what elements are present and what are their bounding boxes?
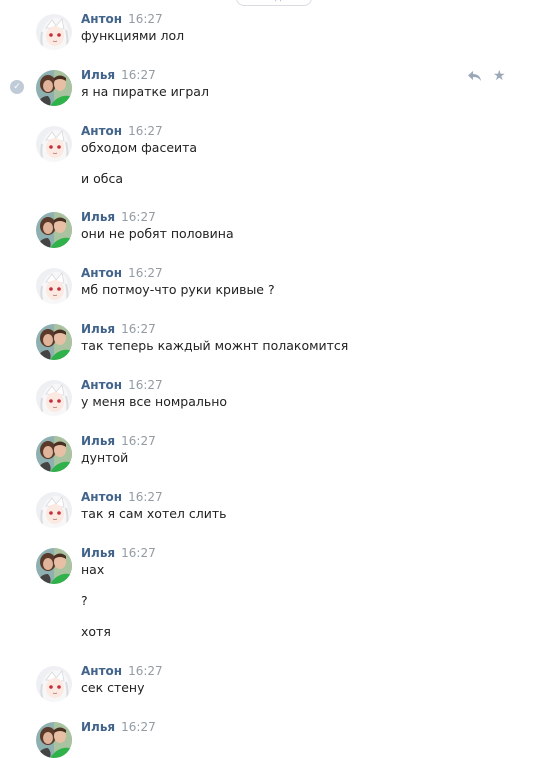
message-text: хотя xyxy=(81,624,111,639)
photo-avatar[interactable] xyxy=(36,548,72,584)
author-name[interactable]: Илья xyxy=(81,210,115,224)
message-header: Илья 16:27 xyxy=(81,432,156,449)
anime-avatar[interactable] xyxy=(36,14,72,50)
author-name[interactable]: Илья xyxy=(81,434,115,448)
message-header: Антон 16:27 xyxy=(81,488,163,505)
anime-avatar[interactable] xyxy=(36,492,72,528)
message-header: Илья 16:27 xyxy=(81,718,156,735)
message-header: Антон 16:27 xyxy=(81,662,163,679)
message-header: Илья 16:27 xyxy=(81,208,156,225)
photo-avatar[interactable] xyxy=(36,436,72,472)
message-text: и обса xyxy=(81,171,123,186)
message-time[interactable]: 16:27 xyxy=(128,664,163,678)
anime-avatar[interactable] xyxy=(36,380,72,416)
message-time[interactable]: 16:27 xyxy=(121,210,156,224)
author-name[interactable]: Антон xyxy=(81,12,122,26)
check-circle-icon[interactable]: ✓ xyxy=(10,80,24,94)
message-time[interactable]: 16:27 xyxy=(128,12,163,26)
anime-avatar[interactable] xyxy=(36,268,72,304)
message-header: Антон 16:27 xyxy=(81,122,163,139)
author-name[interactable]: Илья xyxy=(81,322,115,336)
message-header: Илья 16:27 xyxy=(81,66,156,83)
message-header: Антон 16:27 xyxy=(81,264,163,281)
photo-avatar[interactable] xyxy=(36,70,72,106)
message-time[interactable]: 16:27 xyxy=(128,266,163,280)
message-text: у меня все номрально xyxy=(81,394,228,409)
message-text: нах xyxy=(81,562,105,577)
photo-avatar[interactable] xyxy=(36,212,72,248)
message-text: функциями лол xyxy=(81,28,185,43)
message-time[interactable]: 16:27 xyxy=(121,68,156,82)
message-text: так теперь каждый можнт полакомится xyxy=(81,338,349,353)
author-name[interactable]: Антон xyxy=(81,378,122,392)
message-time[interactable]: 16:27 xyxy=(121,434,156,448)
anime-avatar[interactable] xyxy=(36,666,72,702)
message-text: сек стену xyxy=(81,680,145,695)
message-time[interactable]: 16:27 xyxy=(121,546,156,560)
author-name[interactable]: Илья xyxy=(81,68,115,82)
reply-icon[interactable] xyxy=(468,70,482,85)
message-text: я на пиратке играл xyxy=(81,84,209,99)
photo-avatar[interactable] xyxy=(36,722,72,758)
message-time[interactable]: 16:27 xyxy=(128,490,163,504)
author-name[interactable]: Антон xyxy=(81,664,122,678)
author-name[interactable]: Антон xyxy=(81,490,122,504)
anime-avatar[interactable] xyxy=(36,126,72,162)
message-text: дунтой xyxy=(81,450,129,465)
message-time[interactable]: 16:27 xyxy=(121,322,156,336)
date-divider-label: д xyxy=(275,0,281,5)
author-name[interactable]: Антон xyxy=(81,266,122,280)
message-time[interactable]: 16:27 xyxy=(128,378,163,392)
message-header: Антон 16:27 xyxy=(81,10,163,27)
message-time[interactable]: 16:27 xyxy=(128,124,163,138)
message-text: обходом фасеита xyxy=(81,140,198,155)
author-name[interactable]: Илья xyxy=(81,546,115,560)
message-text: ? xyxy=(81,593,88,608)
message-text: так я сам хотел слить xyxy=(81,506,227,521)
author-name[interactable]: Антон xyxy=(81,124,122,138)
photo-avatar[interactable] xyxy=(36,324,72,360)
message-header: Илья 16:27 xyxy=(81,320,156,337)
message-text: они не робят половина xyxy=(81,226,234,241)
star-icon[interactable]: ★ xyxy=(493,69,506,83)
date-divider: д xyxy=(236,0,312,6)
message-header: Антон 16:27 xyxy=(81,376,163,393)
message-header: Илья 16:27 xyxy=(81,544,156,561)
message-text: мб потмоу-что руки кривые ? xyxy=(81,282,275,297)
